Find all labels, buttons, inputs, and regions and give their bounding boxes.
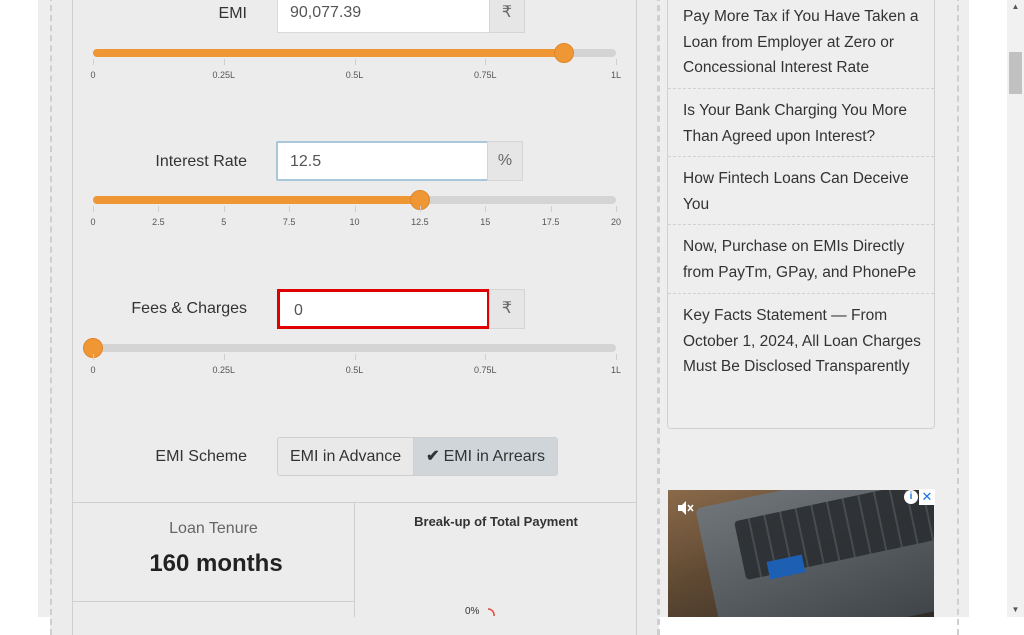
article-link[interactable]: Now, Purchase on EMIs Directly from PayT… <box>683 234 923 285</box>
fees-charges-slider[interactable] <box>93 344 616 352</box>
emi-scheme-toggle: EMI in Advance ✔ EMI in Arrears <box>277 437 558 476</box>
slider-tick-label: 17.5 <box>541 217 560 227</box>
slider-tick-label: 0 <box>90 70 96 80</box>
slider-tick <box>223 354 225 360</box>
article-separator <box>668 224 934 225</box>
emi-slider-handle[interactable] <box>553 43 574 63</box>
breakup-percent-label: 0% <box>465 606 480 617</box>
slider-tick-label: 0.5L <box>345 365 364 375</box>
article-separator <box>668 88 934 89</box>
slider-tick-label: 0 <box>90 365 96 375</box>
slider-tick <box>93 354 94 360</box>
info-icon[interactable]: i <box>904 490 918 504</box>
slider-tick-label: 1L <box>610 70 622 80</box>
slider-tick <box>158 206 160 212</box>
slider-tick <box>93 59 94 65</box>
slider-tick <box>223 59 225 65</box>
slider-tick <box>354 354 356 360</box>
interest-rate-input[interactable]: 12.5 <box>276 141 489 181</box>
emi-slider-fill <box>93 49 564 57</box>
percent-addon: % <box>487 141 523 181</box>
mute-icon[interactable] <box>676 500 694 521</box>
slider-tick-label: 20 <box>610 217 622 227</box>
scroll-down-arrow[interactable]: ▼ <box>1007 603 1024 617</box>
fees-currency-addon: ₹ <box>489 289 525 329</box>
slider-tick-label: 15 <box>480 217 491 227</box>
emi-in-advance-label: EMI in Advance <box>290 448 402 465</box>
slider-tick-label: 0.25L <box>212 365 236 375</box>
slider-tick <box>289 206 291 212</box>
slider-tick <box>485 354 487 360</box>
slider-tick-label: 1L <box>610 365 622 375</box>
slider-tick-label: 0.25L <box>212 70 236 80</box>
slider-tick <box>419 206 421 212</box>
emi-input[interactable]: 90,077.39 <box>277 0 491 33</box>
slider-tick <box>616 59 617 65</box>
article-separator <box>668 156 934 157</box>
tenure-divider <box>72 601 355 602</box>
slider-tick-label: 2.5 <box>152 217 165 227</box>
slider-tick-label: 0 <box>90 217 96 227</box>
interest-rate-slider-fill <box>93 196 420 204</box>
article-link[interactable]: Key Facts Statement — From October 1, 20… <box>683 303 923 380</box>
interest-rate-slider[interactable] <box>93 196 616 204</box>
fees-charges-label: Fees & Charges <box>131 300 247 317</box>
slider-tick <box>354 59 356 65</box>
slider-tick-label: 0.75L <box>473 70 497 80</box>
slider-tick <box>223 206 225 212</box>
loan-tenure-value: 160 months <box>149 550 283 577</box>
slider-tick-label: 5 <box>221 217 227 227</box>
emi-currency-addon: ₹ <box>489 0 525 33</box>
slider-tick <box>616 206 617 212</box>
emi-label: EMI <box>218 5 247 22</box>
slider-tick <box>550 206 552 212</box>
interest-rate-label: Interest Rate <box>155 153 247 170</box>
check-icon: ✔ <box>426 448 440 465</box>
slider-tick <box>616 354 617 360</box>
loan-tenure-label: Loan Tenure <box>169 520 258 537</box>
article-link[interactable]: Pay More Tax if You Have Taken a Loan fr… <box>683 4 923 81</box>
scrollbar-thumb[interactable] <box>1009 52 1022 94</box>
fees-charges-input[interactable]: 0 <box>277 289 490 329</box>
slider-tick <box>485 206 487 212</box>
slider-tick-label: 7.5 <box>282 217 296 227</box>
scroll-up-arrow[interactable]: ▲ <box>1007 0 1024 14</box>
emi-slider[interactable] <box>93 49 616 57</box>
emi-in-arrears-button[interactable]: ✔ EMI in Arrears <box>413 438 557 475</box>
article-separator <box>668 293 934 294</box>
slider-tick <box>485 59 487 65</box>
slider-tick-label: 0.75L <box>473 365 497 375</box>
article-link[interactable]: How Fintech Loans Can Deceive You <box>683 166 923 217</box>
emi-scheme-label: EMI Scheme <box>155 448 247 465</box>
article-link[interactable]: Is Your Bank Charging You More Than Agre… <box>683 98 923 149</box>
slider-tick <box>93 206 94 212</box>
close-icon[interactable]: ✕ <box>919 489 935 505</box>
breakup-title: Break-up of Total Payment <box>414 514 578 529</box>
slider-tick <box>354 206 356 212</box>
advertisement[interactable] <box>668 490 934 617</box>
slider-tick-label: 12.5 <box>411 217 429 227</box>
slider-tick-label: 0.5L <box>345 70 364 80</box>
emi-in-arrears-label: EMI in Arrears <box>443 448 545 465</box>
slider-tick-label: 10 <box>349 217 360 227</box>
emi-in-advance-button[interactable]: EMI in Advance <box>278 438 414 475</box>
